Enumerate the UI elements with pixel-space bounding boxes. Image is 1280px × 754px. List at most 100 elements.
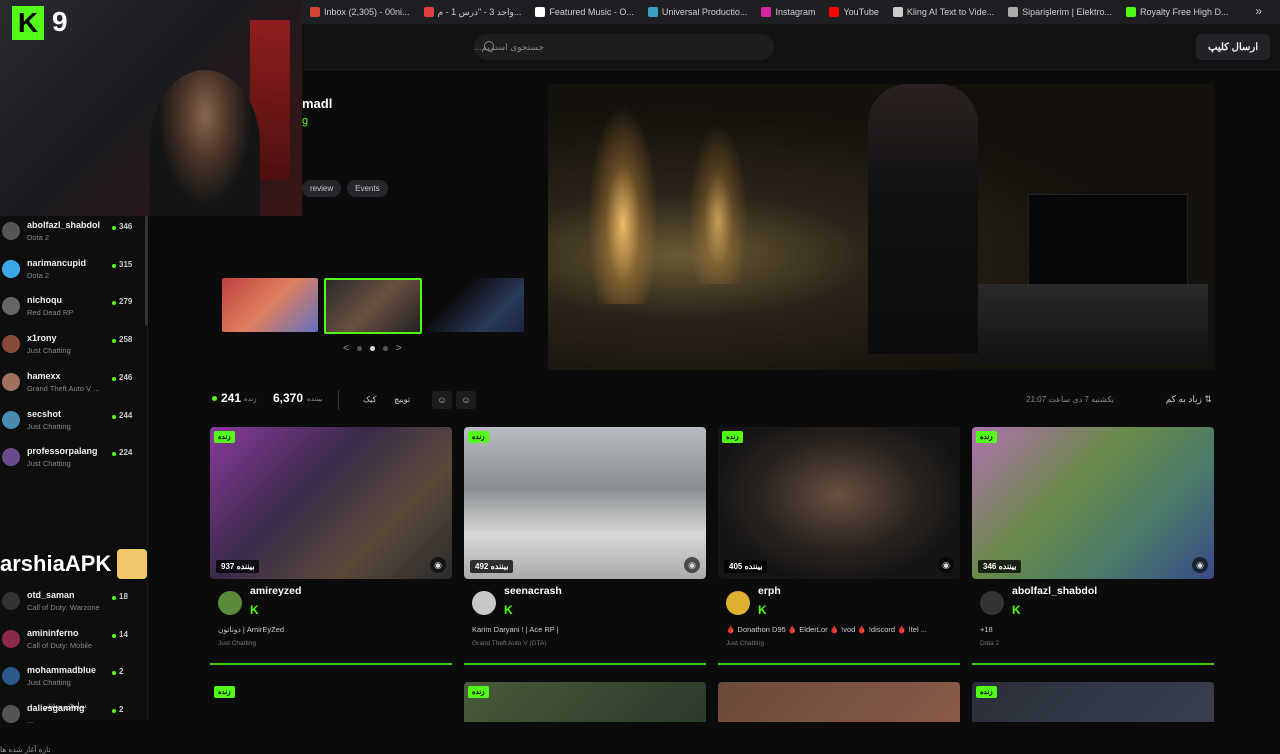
search-input[interactable]: جستجوی استریم...	[474, 34, 774, 60]
live-dot-icon	[112, 226, 116, 230]
desk-image	[968, 284, 1208, 364]
channel-category: Call of Duty: Mobile	[27, 640, 93, 650]
viewer-count-badge: 346 بیننده	[978, 560, 1022, 573]
avatar[interactable]	[726, 591, 750, 615]
tag-review[interactable]: review	[302, 180, 342, 197]
stream-thumbnail[interactable]: زنده 346 بیننده ◉	[972, 427, 1214, 579]
live-dot-icon	[212, 396, 217, 401]
carousel-thumb[interactable]	[428, 278, 524, 332]
sidebar-channel-item[interactable]: amininferno Call of Duty: Mobile 14	[0, 626, 140, 662]
stream-category[interactable]: Just Chatting	[726, 640, 764, 647]
bookmark-item[interactable]: Featured Music - O...	[535, 7, 634, 17]
sidebar-channel-item[interactable]: narimancupid Dota 2 315	[0, 256, 140, 292]
featured-video-player[interactable]	[548, 84, 1214, 370]
channel-name[interactable]: seenacrash	[504, 585, 562, 597]
sidebar-channel-item[interactable]: daliesgaming... 2	[0, 701, 140, 737]
channel-name[interactable]: erph	[758, 585, 781, 597]
kick-platform-icon: K	[504, 603, 513, 617]
bookmark-item[interactable]: Universal Productio...	[647, 7, 747, 17]
channel-name: hamexx	[27, 370, 61, 381]
stream-thumbnail[interactable]: زنده 405 بیننده ◉	[718, 427, 960, 579]
stream-category[interactable]: Grand Theft Auto V (GTA)	[472, 640, 547, 647]
avatar	[2, 335, 20, 354]
avatar	[2, 259, 20, 278]
carousel-dot[interactable]	[356, 346, 362, 351]
filter-kick[interactable]: کیک	[363, 395, 376, 404]
viewer-count: 246	[119, 372, 133, 382]
stream-card[interactable]: زنده	[464, 682, 706, 722]
viewer-count: 315	[119, 259, 133, 269]
stream-card[interactable]: زنده 937 بیننده ◉ amireyzed K دوناتون | AmirE…	[210, 427, 452, 665]
stream-card[interactable]	[718, 682, 960, 722]
filter-twitch[interactable]: توییچ	[394, 395, 410, 404]
avatar	[2, 705, 20, 724]
sidebar-channel-item[interactable]: secshot Just Chatting 244	[0, 407, 140, 443]
live-label: زنده	[244, 396, 257, 403]
bookmark-item[interactable]: Siparişlerim | Elektro...	[1008, 7, 1112, 17]
stream-thumbnail[interactable]: زنده 937 بیننده ◉	[210, 427, 452, 579]
stream-card[interactable]: زنده 405 بیننده ◉ erph K 🩸 Donathon D95 🩸 Eld…	[718, 427, 960, 665]
sidebar-channel-item[interactable]: otd_saman Call of Duty: Warzone 18	[0, 588, 140, 624]
eye-icon[interactable]: ◉	[684, 557, 700, 573]
sidebar-channel-item[interactable]: mohammadblue Just Chatting 2	[0, 663, 140, 699]
channel-name: mohammadblue	[27, 665, 97, 676]
stream-category[interactable]: Just Chatting	[218, 640, 256, 647]
streamer-image	[868, 84, 978, 354]
bookmark-favicon-icon	[1125, 7, 1136, 17]
sidebar-channel-item[interactable]: abolfazl_shabdol Dota 2 346	[0, 218, 140, 254]
carousel-dot-active[interactable]	[369, 346, 375, 351]
bookmark-item[interactable]: YouTube	[829, 7, 879, 17]
sidebar-channel-item[interactable]: professorpalang Just Chatting 224	[0, 444, 140, 480]
carousel-prev-button[interactable]: <	[343, 343, 349, 354]
bookmark-favicon-icon	[892, 7, 903, 17]
top-header: جستجوی استریم... ارسال کلیپ	[302, 24, 1280, 70]
channel-name[interactable]: abolfazl_shabdol	[1012, 585, 1097, 597]
carousel-next-button[interactable]: >	[396, 343, 402, 354]
user-filter-icon[interactable]: ☺	[456, 391, 476, 409]
carousel-dot[interactable]	[382, 346, 388, 351]
featured-streamer-name[interactable]: madl	[302, 96, 542, 111]
stream-card[interactable]: زنده	[210, 682, 452, 722]
stream-card[interactable]: زنده 492 بیننده ◉ seenacrash K Karim Daryani …	[464, 427, 706, 665]
eye-icon[interactable]: ◉	[430, 557, 446, 573]
bookmark-label: Siparişlerim | Elektro...	[1022, 7, 1112, 17]
sidebar-channel-item[interactable]: nichoqu Red Dead RP 279	[0, 293, 140, 329]
send-clip-button[interactable]: ارسال کلیپ	[1196, 34, 1270, 60]
bookmark-item[interactable]: واحد 3 - "درس 1 - م...	[423, 7, 521, 18]
card-accent-line	[210, 663, 452, 665]
stream-category[interactable]: Dota 2	[980, 640, 999, 647]
tag-events[interactable]: Events	[347, 180, 388, 197]
sidebar-channel-item[interactable]: hamexx Grand Theft Auto V ... 246	[0, 369, 140, 405]
watermark: arshiaAPK	[0, 548, 148, 580]
bookmark-item[interactable]: Inbox (2,305) - 00ni...	[310, 7, 410, 17]
bookmark-item[interactable]: Kling AI Text to Vide...	[892, 7, 994, 17]
live-count: 241	[221, 391, 242, 405]
bookmark-item[interactable]: Royalty Free High D...	[1125, 7, 1228, 17]
carousel-thumb-active[interactable]	[324, 278, 422, 334]
carousel-thumb[interactable]	[222, 278, 318, 332]
channel-name[interactable]: amireyzed	[250, 585, 301, 597]
channel-name: professorpalang	[27, 446, 98, 457]
stream-thumbnail[interactable]: زنده 492 بیننده ◉	[464, 427, 706, 579]
sort-dropdown[interactable]: ⇅ زیاد به کم	[1166, 394, 1212, 405]
avatar[interactable]	[980, 591, 1004, 615]
bookmark-label: YouTube	[843, 7, 879, 17]
viewer-count: 244	[119, 410, 133, 420]
bookmark-item[interactable]: Instagram	[761, 7, 815, 17]
user-filter-icon[interactable]: ☺	[432, 391, 452, 409]
bookmarks-more-button[interactable]: »	[1255, 4, 1262, 18]
sidebar-scrollbar[interactable]	[145, 216, 148, 326]
stream-card[interactable]: زنده 346 بیننده ◉ abolfazl_shabdol K +18 Dota …	[972, 427, 1214, 665]
channel-name: abolfazl_shabdol	[27, 220, 101, 230]
channel-name: daliesgaming	[27, 703, 85, 714]
avatar[interactable]	[218, 591, 242, 615]
sidebar-channel-item[interactable]: x1rony Just Chatting 258	[0, 331, 140, 367]
stream-card[interactable]: زنده	[972, 682, 1214, 722]
kick-platform-icon: K	[758, 603, 767, 617]
watermark-text: arshiaAPK	[0, 551, 112, 576]
channel-name: secshot	[27, 408, 62, 419]
avatar[interactable]	[472, 591, 496, 615]
eye-icon[interactable]: ◉	[1192, 557, 1208, 573]
featured-info: madl g	[302, 90, 542, 127]
eye-icon[interactable]: ◉	[938, 557, 954, 573]
